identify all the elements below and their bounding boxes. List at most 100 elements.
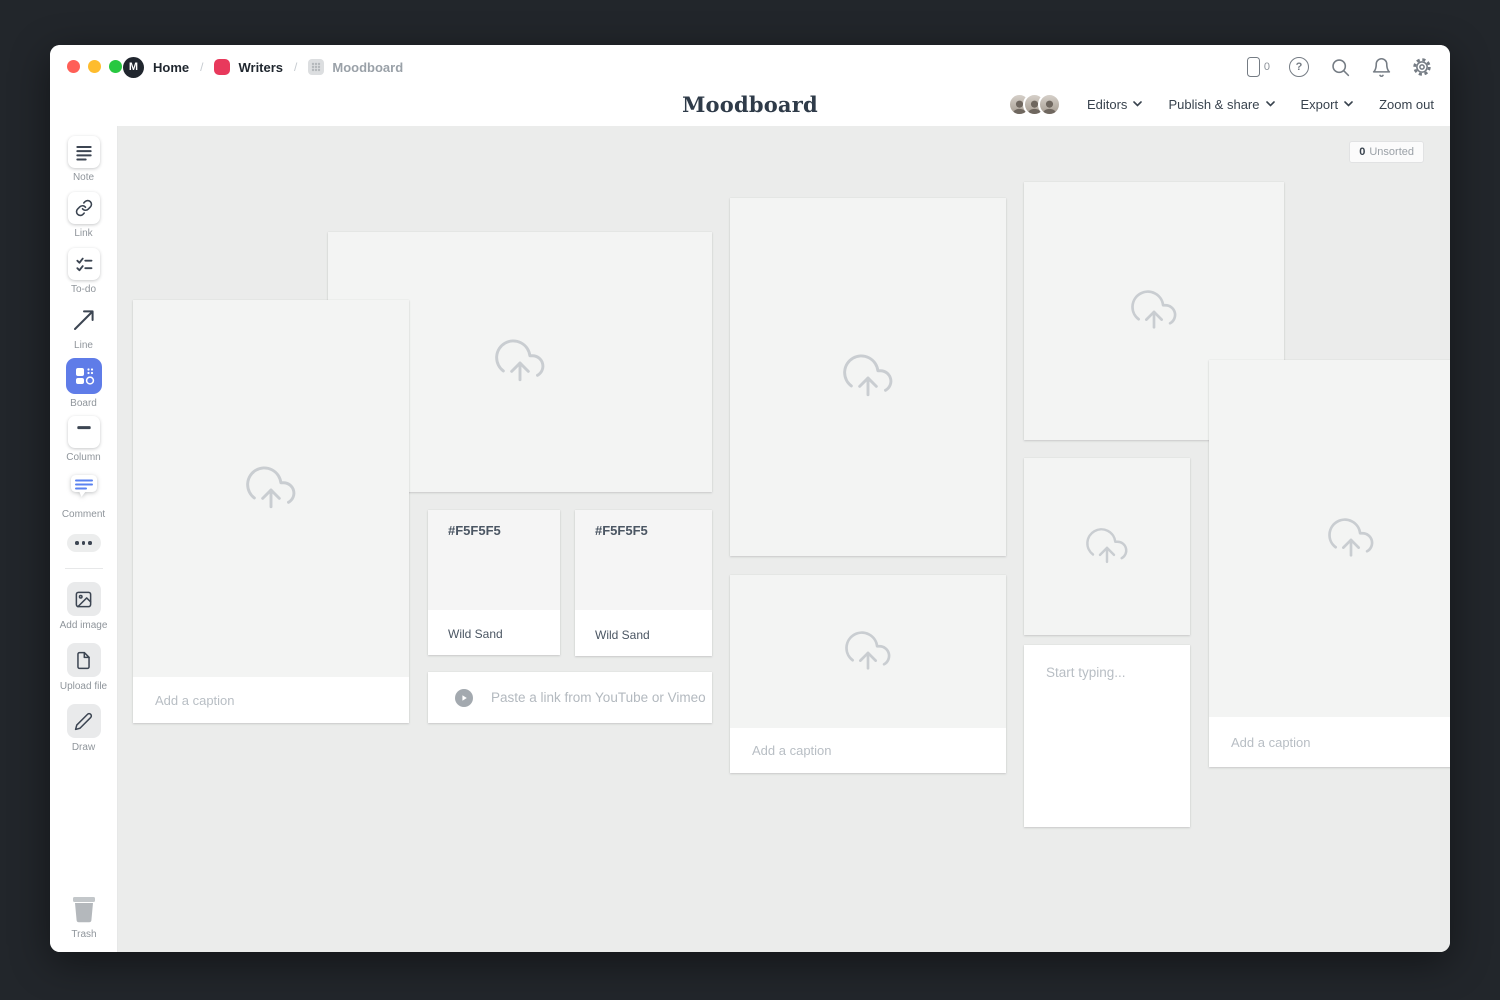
- add-image-button[interactable]: Add image: [50, 582, 118, 643]
- image-dropzone[interactable]: [133, 300, 409, 677]
- breadcrumb-writers[interactable]: Writers: [238, 60, 283, 75]
- tool-label: Board: [70, 398, 97, 409]
- zoom-out-button[interactable]: Zoom out: [1379, 97, 1434, 112]
- color-swatch-card[interactable]: #F5F5F5 Wild Sand: [575, 510, 712, 656]
- caption-input[interactable]: Add a caption: [133, 677, 409, 723]
- publish-share-dropdown[interactable]: Publish & share: [1168, 97, 1274, 112]
- tools-sidebar: Note Link To-do Line Board: [50, 126, 118, 952]
- action-label: Draw: [72, 742, 95, 753]
- editor-avatars[interactable]: [1008, 93, 1061, 116]
- zoom-out-label: Zoom out: [1379, 97, 1434, 112]
- color-swatch-card[interactable]: #F5F5F5 Wild Sand: [428, 510, 560, 655]
- app-window: M Home / Writers / Moodboard 0 ?: [50, 45, 1450, 952]
- board-toolbar: Moodboard Editors Publish & share Export: [50, 89, 1450, 126]
- more-tools-button[interactable]: [67, 534, 101, 552]
- chevron-down-icon: [1266, 101, 1275, 107]
- chevron-down-icon: [1133, 101, 1142, 107]
- gear-icon: [1411, 56, 1433, 78]
- tool-label: Comment: [62, 509, 105, 520]
- export-label: Export: [1301, 97, 1339, 112]
- breadcrumb-moodboard[interactable]: Moodboard: [332, 60, 403, 75]
- unsorted-badge[interactable]: 0 Unsorted: [1349, 141, 1424, 163]
- tool-line[interactable]: Line: [50, 304, 118, 360]
- ellipsis-icon: [75, 541, 79, 545]
- editors-dropdown[interactable]: Editors: [1087, 97, 1142, 112]
- minimize-window-button[interactable]: [88, 60, 101, 73]
- export-dropdown[interactable]: Export: [1301, 97, 1354, 112]
- writers-board-icon: [214, 59, 230, 75]
- caption-input[interactable]: Add a caption: [1209, 717, 1450, 767]
- image-drop-card[interactable]: [730, 198, 1006, 556]
- action-label: Upload file: [60, 681, 107, 692]
- trash-dropzone[interactable]: Trash: [50, 893, 118, 940]
- tool-comment[interactable]: Comment: [50, 472, 118, 528]
- top-toolbar: M Home / Writers / Moodboard 0 ?: [50, 45, 1450, 89]
- trash-label: Trash: [71, 929, 96, 940]
- tool-label: Note: [73, 172, 94, 183]
- line-arrow-icon: [68, 304, 100, 336]
- swatch-name: Wild Sand: [448, 627, 503, 641]
- breadcrumb-home[interactable]: Home: [153, 60, 189, 75]
- avatar: [1038, 93, 1061, 116]
- comment-icon: [68, 472, 100, 505]
- trash-icon: [67, 893, 101, 925]
- image-dropzone[interactable]: [1209, 360, 1450, 717]
- mobile-count: 0: [1264, 61, 1270, 73]
- upload-cloud-icon: [1324, 516, 1378, 562]
- tool-note[interactable]: Note: [50, 136, 118, 192]
- mobile-icon: [1247, 57, 1260, 77]
- add-image-icon: [67, 582, 101, 616]
- draw-button[interactable]: Draw: [50, 704, 118, 765]
- swatch-hex: #F5F5F5: [595, 523, 648, 538]
- upload-cloud-icon: [1127, 288, 1181, 334]
- link-icon: [68, 192, 100, 224]
- help-icon: ?: [1289, 57, 1309, 77]
- app-logo-icon[interactable]: M: [123, 57, 144, 78]
- image-dropzone[interactable]: [730, 575, 1006, 728]
- image-card[interactable]: Add a caption: [1209, 360, 1450, 767]
- notifications-button[interactable]: [1369, 55, 1393, 79]
- action-label: Add image: [60, 620, 108, 631]
- tool-column[interactable]: Column: [50, 416, 118, 472]
- upload-file-button[interactable]: Upload file: [50, 643, 118, 704]
- mobile-app-button[interactable]: 0: [1247, 55, 1270, 79]
- caption-input[interactable]: Add a caption: [730, 728, 1006, 773]
- search-icon: [1330, 57, 1351, 78]
- note-input[interactable]: Start typing...: [1046, 665, 1126, 680]
- image-drop-card[interactable]: [1024, 458, 1190, 635]
- bell-icon: [1371, 57, 1392, 78]
- moodboard-board-icon: [308, 59, 324, 75]
- breadcrumb: M Home / Writers / Moodboard: [123, 56, 403, 78]
- toolbar-icons: 0 ?: [1247, 55, 1434, 79]
- note-card[interactable]: Start typing...: [1024, 645, 1190, 827]
- search-button[interactable]: [1328, 55, 1352, 79]
- swatch-name: Wild Sand: [595, 628, 650, 642]
- tool-label: Link: [74, 228, 92, 239]
- swatch-hex: #F5F5F5: [448, 523, 501, 538]
- tool-todo[interactable]: To-do: [50, 248, 118, 304]
- note-icon: [68, 136, 100, 168]
- upload-cloud-icon: [839, 352, 897, 402]
- image-card[interactable]: Add a caption: [730, 575, 1006, 773]
- close-window-button[interactable]: [67, 60, 80, 73]
- window-controls: [67, 60, 122, 73]
- zoom-window-button[interactable]: [109, 60, 122, 73]
- unsorted-label: Unsorted: [1369, 146, 1414, 158]
- tool-link[interactable]: Link: [50, 192, 118, 248]
- video-link-card[interactable]: Paste a link from YouTube or Vimeo: [428, 672, 712, 723]
- tool-board-active[interactable]: Board: [50, 360, 118, 416]
- settings-button[interactable]: [1410, 55, 1434, 79]
- help-button[interactable]: ?: [1287, 55, 1311, 79]
- pencil-icon: [67, 704, 101, 738]
- upload-cloud-icon: [491, 337, 549, 387]
- board-canvas[interactable]: 0 Unsorted Add a caption #F5F5F5 Wild Sa…: [118, 126, 1450, 952]
- video-link-input[interactable]: Paste a link from YouTube or Vimeo: [491, 690, 706, 705]
- upload-cloud-icon: [242, 464, 300, 514]
- unsorted-count: 0: [1359, 146, 1365, 158]
- breadcrumb-separator: /: [200, 60, 203, 74]
- board-controls: Editors Publish & share Export Zoom out: [1008, 89, 1434, 119]
- todo-icon: [68, 248, 100, 280]
- chevron-down-icon: [1344, 101, 1353, 107]
- play-icon: [455, 689, 473, 707]
- image-card[interactable]: Add a caption: [133, 300, 409, 723]
